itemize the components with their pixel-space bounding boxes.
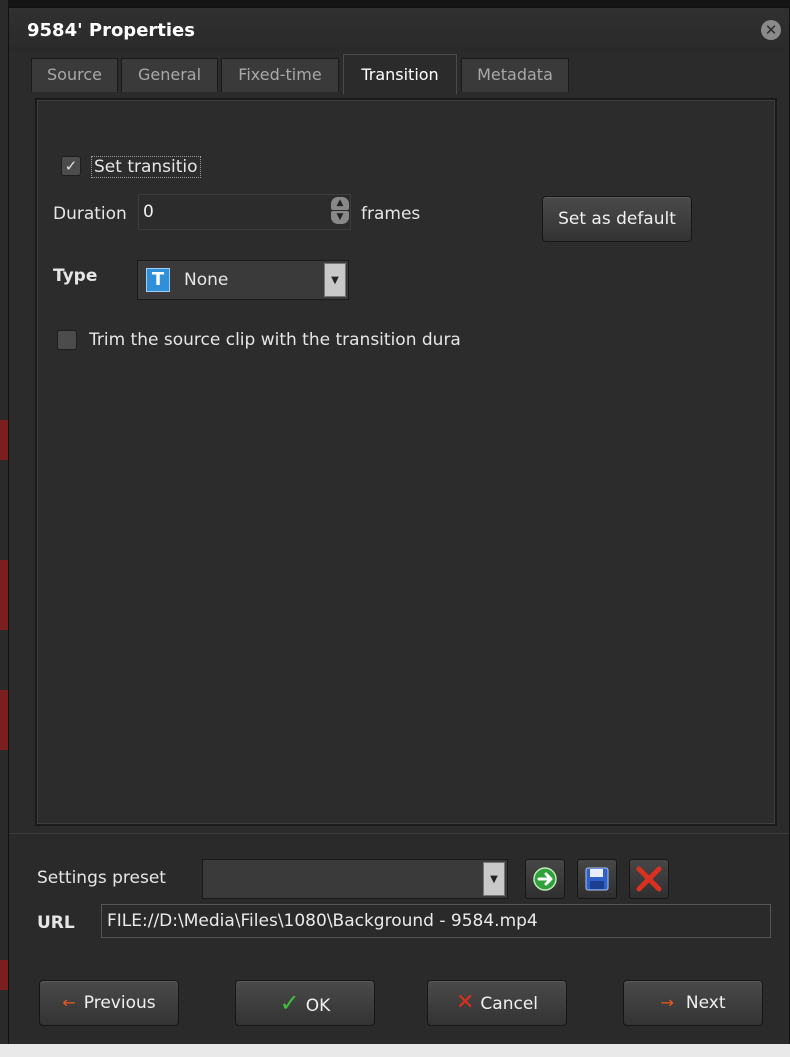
ok-label: OK (305, 996, 331, 1016)
delete-icon (636, 866, 662, 892)
tab-general[interactable]: General (121, 58, 218, 92)
chevron-down-icon[interactable]: ▼ (324, 263, 346, 297)
next-button[interactable]: → Next (623, 980, 763, 1026)
apply-preset-button[interactable] (525, 859, 565, 899)
set-transition-checkbox[interactable]: ✓ (61, 156, 81, 176)
type-label: Type (53, 266, 98, 286)
duration-input[interactable]: 0 (138, 194, 351, 230)
settings-preset-label: Settings preset (37, 868, 166, 888)
chevron-down-icon[interactable]: ▼ (483, 862, 505, 896)
frames-label: frames (361, 204, 421, 224)
background-window-edge-bottom (0, 1044, 790, 1057)
close-icon[interactable]: ✕ (761, 20, 781, 40)
title-bar: 9584' Properties ✕ (9, 8, 789, 52)
spin-down-icon[interactable]: ▼ (331, 211, 349, 224)
previous-label: Previous (83, 993, 156, 1013)
dialog-title: 9584' Properties (27, 20, 195, 41)
transition-panel: ✓ Set transitio Duration 0 ▲ ▼ frames Se… (35, 98, 777, 826)
cancel-button[interactable]: ✕ Cancel (427, 980, 567, 1026)
tab-fixed-time[interactable]: Fixed-time (221, 58, 339, 92)
duration-spinner[interactable]: ▲ ▼ (329, 196, 351, 226)
next-label: Next (685, 993, 726, 1013)
arrow-left-icon: ← (62, 993, 76, 1012)
url-field[interactable]: FILE://D:\Media\Files\1080\Background - … (101, 904, 771, 938)
duration-label: Duration (53, 204, 127, 224)
previous-button[interactable]: ← Previous (39, 980, 179, 1026)
checkmark-icon: ✓ (279, 989, 300, 1017)
ok-button[interactable]: ✓ OK (235, 980, 375, 1026)
save-preset-button[interactable] (577, 859, 617, 899)
type-select[interactable]: T None ▼ (137, 260, 349, 300)
tab-transition[interactable]: Transition (343, 54, 457, 94)
set-transition-label[interactable]: Set transitio (91, 156, 201, 178)
save-icon (585, 867, 609, 891)
settings-preset-select[interactable]: ▼ (202, 859, 508, 899)
spin-up-icon[interactable]: ▲ (331, 197, 349, 210)
url-label: URL (37, 913, 75, 933)
tab-metadata[interactable]: Metadata (461, 58, 569, 92)
cancel-label: Cancel (480, 994, 539, 1014)
background-window-edge (0, 0, 8, 1057)
tab-source[interactable]: Source (31, 58, 118, 92)
cancel-x-icon: ✕ (455, 990, 475, 1015)
transition-type-icon: T (146, 268, 170, 292)
delete-preset-button[interactable] (629, 859, 669, 899)
trim-source-checkbox[interactable] (57, 330, 77, 350)
type-value: None (184, 270, 229, 290)
arrow-right-icon: → (660, 993, 674, 1012)
arrow-right-circle-icon (533, 867, 557, 891)
properties-dialog: 9584' Properties ✕ Source General Fixed-… (8, 7, 790, 1044)
trim-source-label[interactable]: Trim the source clip with the transition… (89, 330, 511, 350)
set-as-default-button[interactable]: Set as default (542, 196, 692, 242)
